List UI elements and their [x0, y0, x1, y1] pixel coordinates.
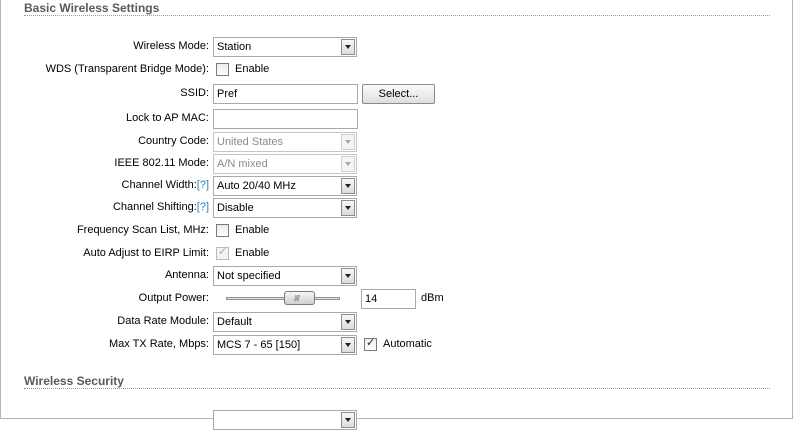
- ssid-value: Pref: [217, 88, 238, 100]
- lock-ap-mac-input[interactable]: [213, 109, 358, 129]
- row-ieee-mode: IEEE 802.11 Mode: A/N mixed: [0, 154, 793, 174]
- country-code-value: United States: [217, 136, 284, 148]
- chevron-down-icon[interactable]: [341, 337, 355, 353]
- output-power-label: Output Power:: [138, 292, 209, 304]
- output-power-slider-track[interactable]: [226, 297, 340, 300]
- ieee-mode-select[interactable]: A/N mixed: [213, 154, 357, 174]
- row-channel-shifting: Channel Shifting:[?] Disable: [0, 198, 793, 218]
- antenna-value: Not specified: [217, 270, 281, 282]
- frequency-scan-list-checkbox[interactable]: [216, 224, 229, 237]
- section-title-wireless-security: Wireless Security: [24, 374, 124, 388]
- row-frequency-scan-list: Frequency Scan List, MHz: Enable: [0, 221, 793, 241]
- row-output-power: Output Power: //// 14 dBm: [0, 289, 793, 309]
- channel-shifting-value: Disable: [217, 202, 254, 214]
- channel-width-label-text: Channel Width:: [121, 179, 197, 191]
- channel-shifting-select[interactable]: Disable: [213, 198, 357, 218]
- output-power-value: 14: [365, 293, 378, 305]
- auto-adjust-eirp-checkbox[interactable]: ✓: [216, 246, 229, 260]
- output-power-input[interactable]: 14: [361, 289, 416, 309]
- lock-ap-mac-label: Lock to AP MAC:: [126, 112, 209, 124]
- grip-icon: ////: [294, 294, 300, 303]
- wds-checkbox[interactable]: [216, 63, 229, 76]
- chevron-down-icon[interactable]: [341, 134, 355, 150]
- chevron-down-icon[interactable]: [341, 178, 355, 194]
- row-wds: WDS (Transparent Bridge Mode): Enable: [0, 60, 793, 80]
- wireless-mode-label: Wireless Mode:: [133, 40, 209, 52]
- channel-shifting-help-link[interactable]: [?]: [197, 201, 209, 213]
- channel-width-label: Channel Width:[?]: [122, 179, 209, 191]
- security-select-partial[interactable]: [213, 410, 357, 430]
- section-divider: [24, 388, 770, 389]
- ssid-label: SSID:: [180, 87, 209, 99]
- wds-label: WDS (Transparent Bridge Mode):: [45, 63, 209, 75]
- max-tx-rate-automatic-checkbox[interactable]: ✓: [364, 337, 377, 351]
- ssid-input[interactable]: Pref: [213, 84, 358, 104]
- row-max-tx-rate: Max TX Rate, Mbps: MCS 7 - 65 [150] ✓ Au…: [0, 335, 793, 355]
- max-tx-rate-label: Max TX Rate, Mbps:: [108, 338, 209, 350]
- channel-shifting-label: Channel Shifting:[?]: [113, 201, 209, 213]
- wireless-mode-value: Station: [217, 41, 252, 53]
- row-antenna: Antenna: Not specified: [0, 266, 793, 286]
- channel-width-help-link[interactable]: [?]: [197, 179, 209, 191]
- section-title-basic-wireless: Basic Wireless Settings: [24, 1, 160, 15]
- country-code-select[interactable]: United States: [213, 132, 357, 152]
- output-power-slider-handle[interactable]: ////: [284, 291, 315, 305]
- auto-adjust-eirp-enable-label: Enable: [235, 247, 270, 259]
- channel-width-select[interactable]: Auto 20/40 MHz: [213, 176, 357, 196]
- chevron-down-icon[interactable]: [341, 268, 355, 284]
- row-data-rate-module: Data Rate Module: Default: [0, 312, 793, 332]
- check-icon: ✓: [366, 337, 376, 349]
- check-icon: ✓: [218, 246, 228, 258]
- ssid-select-button[interactable]: Select...: [362, 84, 435, 104]
- section-divider: [24, 15, 770, 16]
- chevron-down-icon[interactable]: [341, 156, 355, 172]
- row-channel-width: Channel Width:[?] Auto 20/40 MHz: [0, 176, 793, 196]
- row-wireless-mode: Wireless Mode: Station: [0, 37, 793, 57]
- row-lock-ap-mac: Lock to AP MAC:: [0, 109, 793, 129]
- antenna-label: Antenna:: [164, 269, 209, 281]
- frequency-scan-list-enable-label: Enable: [235, 224, 270, 236]
- output-power-unit: dBm: [421, 292, 444, 304]
- row-ssid: SSID: Pref Select...: [0, 84, 793, 104]
- antenna-select[interactable]: Not specified: [213, 266, 357, 286]
- data-rate-module-select[interactable]: Default: [213, 312, 357, 332]
- chevron-down-icon[interactable]: [341, 412, 355, 428]
- ieee-mode-label: IEEE 802.11 Mode:: [114, 157, 209, 169]
- channel-shifting-label-text: Channel Shifting:: [112, 201, 197, 213]
- ieee-mode-value: A/N mixed: [217, 158, 268, 170]
- chevron-down-icon[interactable]: [341, 200, 355, 216]
- wireless-mode-select[interactable]: Station: [213, 37, 357, 57]
- row-country-code: Country Code: United States: [0, 132, 793, 152]
- chevron-down-icon[interactable]: [341, 39, 355, 55]
- frequency-scan-list-label: Frequency Scan List, MHz:: [76, 224, 209, 236]
- row-auto-adjust-eirp: Auto Adjust to EIRP Limit: ✓ Enable: [0, 244, 793, 264]
- row-security-partial: [0, 410, 793, 430]
- country-code-label: Country Code:: [138, 135, 209, 147]
- max-tx-rate-value: MCS 7 - 65 [150]: [217, 339, 301, 351]
- data-rate-module-label: Data Rate Module:: [117, 315, 209, 327]
- max-tx-rate-automatic-label: Automatic: [383, 338, 432, 350]
- channel-width-value: Auto 20/40 MHz: [217, 180, 296, 192]
- chevron-down-icon[interactable]: [341, 314, 355, 330]
- max-tx-rate-select[interactable]: MCS 7 - 65 [150]: [213, 335, 357, 355]
- wds-enable-label: Enable: [235, 63, 270, 75]
- auto-adjust-eirp-label: Auto Adjust to EIRP Limit:: [83, 247, 209, 259]
- data-rate-module-value: Default: [217, 316, 252, 328]
